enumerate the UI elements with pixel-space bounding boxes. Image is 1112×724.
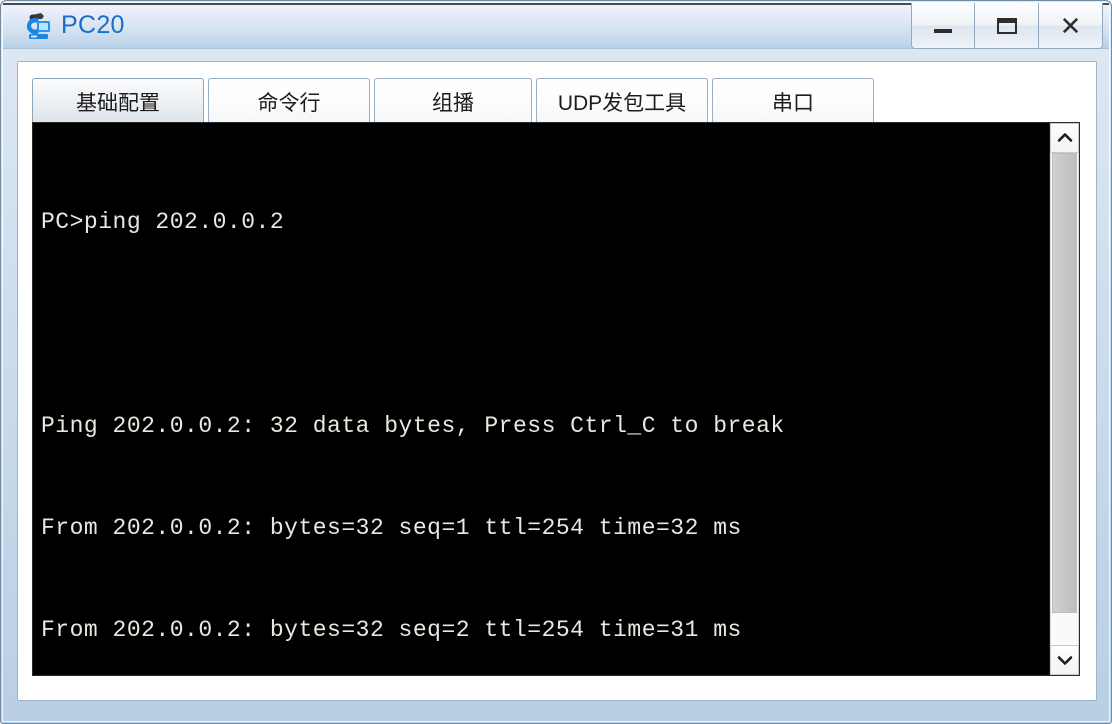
pc-device-icon <box>23 12 55 42</box>
title-bar: PC20 ✕ <box>3 3 1109 49</box>
tab-label: 命令行 <box>257 91 321 115</box>
tab-label: 组播 <box>432 91 474 115</box>
tab-label: 串口 <box>772 91 814 115</box>
scrollbar-thumb[interactable] <box>1052 153 1077 613</box>
window-controls: ✕ <box>911 3 1103 49</box>
maximize-icon <box>996 17 1017 34</box>
terminal-line: From 202.0.0.2: bytes=32 seq=2 ttl=254 t… <box>41 617 742 643</box>
tab-label: 基础配置 <box>76 91 160 115</box>
maximize-button[interactable] <box>975 3 1039 49</box>
terminal-panel: PC>ping 202.0.0.2 Ping 202.0.0.2: 32 dat… <box>32 122 1080 676</box>
close-button[interactable]: ✕ <box>1039 3 1103 49</box>
close-icon: ✕ <box>1059 10 1082 41</box>
terminal-output[interactable]: PC>ping 202.0.0.2 Ping 202.0.0.2: 32 dat… <box>33 123 1049 675</box>
window-title: PC20 <box>61 11 125 39</box>
pc-terminal-window: PC20 ✕ 基础配置 命令行 组播 UDP发包工具 串口 PC>ping 20… <box>0 0 1112 724</box>
chevron-up-icon <box>1057 133 1072 142</box>
tab-strip: 基础配置 命令行 组播 UDP发包工具 串口 <box>18 62 1096 124</box>
tab-udp-packet-tool[interactable]: UDP发包工具 <box>536 78 708 124</box>
terminal-scrollbar[interactable] <box>1049 123 1079 675</box>
scroll-up-button[interactable] <box>1050 123 1079 153</box>
chevron-down-icon <box>1057 656 1072 665</box>
minimize-icon <box>934 28 952 33</box>
tab-serial-port[interactable]: 串口 <box>712 78 874 124</box>
terminal-line: PC>ping 202.0.0.2 <box>41 209 285 235</box>
terminal-line: Ping 202.0.0.2: 32 data bytes, Press Ctr… <box>41 413 785 439</box>
scrollbar-track[interactable] <box>1050 153 1079 645</box>
tab-multicast[interactable]: 组播 <box>374 78 532 124</box>
scroll-down-button[interactable] <box>1050 645 1079 675</box>
terminal-line: From 202.0.0.2: bytes=32 seq=1 ttl=254 t… <box>41 515 742 541</box>
tab-command-line[interactable]: 命令行 <box>208 78 370 124</box>
client-area: 基础配置 命令行 组播 UDP发包工具 串口 PC>ping 202.0.0.2… <box>17 61 1097 701</box>
minimize-button[interactable] <box>911 3 975 49</box>
tab-label: UDP发包工具 <box>557 91 687 115</box>
tab-basic-config[interactable]: 基础配置 <box>32 78 204 124</box>
